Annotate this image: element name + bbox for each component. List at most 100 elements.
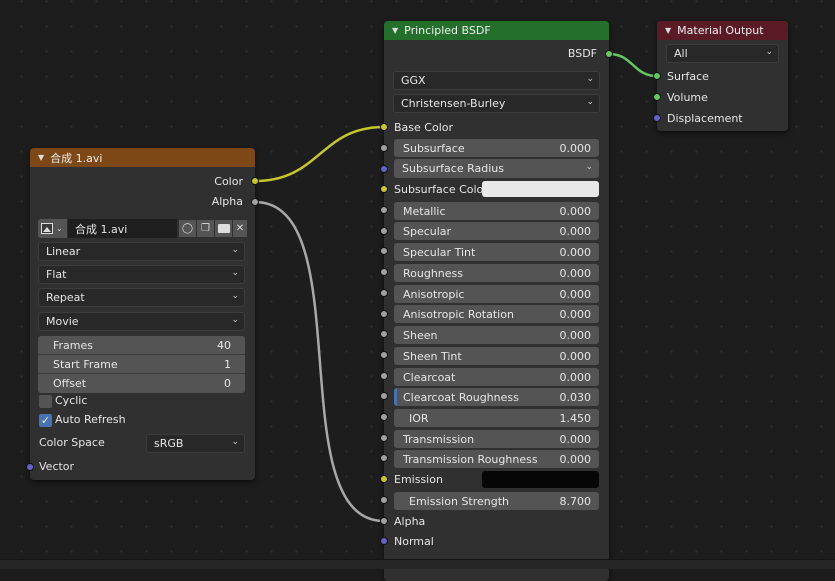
duplicate-image-button[interactable]: ❐ [197,220,214,237]
alpha-input-socket[interactable] [380,517,388,525]
ior-socket[interactable] [380,413,388,421]
ior-field[interactable]: IOR 1.450 [394,409,599,427]
subsurface-field[interactable]: Subsurface 0.000 [394,139,599,157]
specular-field[interactable]: Specular 0.000 [394,222,599,240]
vector-input-label: Vector [39,460,75,473]
bsdf-output-socket[interactable] [605,50,613,58]
frame-settings-block: Frames 40 Start Frame 1 Offset 0 [38,336,245,393]
subsurface-color-swatch[interactable] [482,181,599,197]
volume-input-socket[interactable] [653,93,661,101]
anisotropic-rotation-socket[interactable] [380,310,388,318]
base-color-socket[interactable] [380,123,388,131]
subsurface-radius-socket[interactable] [380,165,388,173]
chevron-down-icon: ⌄ [231,291,239,301]
source-dropdown[interactable]: Movie ⌄ [38,312,245,331]
image-node-header[interactable]: ▼ 合成 1.avi [30,148,255,167]
transmission-field[interactable]: Transmission 0.000 [394,430,599,448]
specular-socket[interactable] [380,227,388,235]
subsurface-socket[interactable] [380,144,388,152]
color-space-label: Color Space [39,436,105,449]
vector-input-socket[interactable] [26,463,34,471]
sheen-socket[interactable] [380,330,388,338]
emission-socket[interactable] [380,475,388,483]
subsurface-method-dropdown[interactable]: Christensen-Burley ⌄ [393,94,600,113]
close-icon: ✕ [235,223,245,234]
offset-field[interactable]: Offset 0 [38,374,245,393]
specular-tint-field[interactable]: Specular Tint 0.000 [394,243,599,261]
fake-user-button[interactable]: ◯ [179,220,196,237]
sheen-tint-socket[interactable] [380,351,388,359]
image-name-field[interactable]: 合成 1.avi [68,219,177,238]
chevron-down-icon: ⌄ [231,315,239,325]
surface-input-socket[interactable] [653,72,661,80]
sheen-tint-field[interactable]: Sheen Tint 0.000 [394,347,599,365]
roughness-field[interactable]: Roughness 0.000 [394,264,599,282]
subsurface-radius-dropdown[interactable]: Subsurface Radius ⌄ [394,159,599,178]
auto-refresh-label: Auto Refresh [55,413,126,426]
normal-input-socket[interactable] [380,537,388,545]
transmission-roughness-socket[interactable] [380,454,388,462]
metallic-field[interactable]: Metallic 0.000 [394,202,599,220]
image-icon [41,223,53,234]
metallic-socket[interactable] [380,206,388,214]
bsdf-node-header[interactable]: ▼ Principled BSDF [384,21,609,40]
roughness-socket[interactable] [380,268,388,276]
image-selector[interactable]: ⌄ 合成 1.avi ◯ ❐ ✕ [38,219,247,238]
subsurface-color-label: Subsurface Colo [394,183,484,196]
alpha-input-label: Alpha [394,515,426,528]
chevron-down-icon: ⌄ [56,224,63,233]
displacement-input-socket[interactable] [653,114,661,122]
clearcoat-socket[interactable] [380,372,388,380]
collapse-chevron-icon[interactable]: ▼ [38,153,44,162]
projection-dropdown[interactable]: Flat ⌄ [38,265,245,284]
emission-strength-socket[interactable] [380,496,388,504]
specular-tint-socket[interactable] [380,247,388,255]
collapse-chevron-icon[interactable]: ▼ [392,26,398,35]
start-frame-field[interactable]: Start Frame 1 [38,355,245,374]
copy-icon: ❐ [201,223,210,234]
anisotropic-socket[interactable] [380,289,388,297]
principled-bsdf-node[interactable]: ▼ Principled BSDF BSDF GGX ⌄ Christensen-… [384,21,609,581]
material-output-node[interactable]: ▼ Material Output All ⌄ Surface Volume Di… [657,21,788,131]
alpha-output-socket[interactable] [251,198,259,206]
anisotropic-rotation-field[interactable]: Anisotropic Rotation 0.000 [394,305,599,323]
subsurface-color-socket[interactable] [380,185,388,193]
distribution-dropdown[interactable]: GGX ⌄ [393,71,600,90]
link-color-to-base-color [254,125,385,183]
check-icon: ✓ [40,414,51,427]
volume-input-label: Volume [667,91,708,104]
image-browse-button[interactable]: ⌄ [38,219,67,238]
folder-icon [217,224,230,233]
chevron-down-icon: ⌄ [586,97,594,107]
clearcoat-field[interactable]: Clearcoat 0.000 [394,368,599,386]
transmission-socket[interactable] [380,434,388,442]
chevron-down-icon: ⌄ [231,245,239,255]
emission-label: Emission [394,473,443,486]
extension-dropdown[interactable]: Repeat ⌄ [38,288,245,307]
sheen-field[interactable]: Sheen 0.000 [394,326,599,344]
chevron-down-icon: ⌄ [765,47,773,57]
collapse-chevron-icon[interactable]: ▼ [665,26,671,35]
image-texture-node[interactable]: ▼ 合成 1.avi Color Alpha ⌄ 合成 1.avi ◯ ❐ ✕ … [30,148,255,480]
transmission-roughness-field[interactable]: Transmission Roughness 0.000 [394,450,599,468]
clearcoat-roughness-field[interactable]: Clearcoat Roughness 0.030 [394,388,599,406]
color-output-socket[interactable] [251,177,259,185]
unlink-image-button[interactable]: ✕ [233,220,247,237]
chevron-down-icon: ⌄ [586,74,594,84]
emission-strength-field[interactable]: Emission Strength 8.700 [394,492,599,510]
bottom-edge-divider [0,559,835,569]
color-space-dropdown[interactable]: sRGB ⌄ [146,434,245,453]
auto-refresh-checkbox[interactable]: ✓ [39,414,52,427]
chevron-down-icon: ⌄ [585,162,593,172]
cyclic-checkbox[interactable] [39,395,52,408]
clearcoat-roughness-socket[interactable] [380,392,388,400]
output-alpha-label: Alpha [211,195,243,208]
anisotropic-field[interactable]: Anisotropic 0.000 [394,285,599,303]
interpolation-dropdown[interactable]: Linear ⌄ [38,242,245,261]
output-node-header[interactable]: ▼ Material Output [657,21,788,40]
frames-field[interactable]: Frames 40 [38,336,245,355]
displacement-input-label: Displacement [667,112,743,125]
render-target-dropdown[interactable]: All ⌄ [666,44,779,63]
open-image-button[interactable] [215,220,232,237]
emission-color-swatch[interactable] [482,471,599,488]
